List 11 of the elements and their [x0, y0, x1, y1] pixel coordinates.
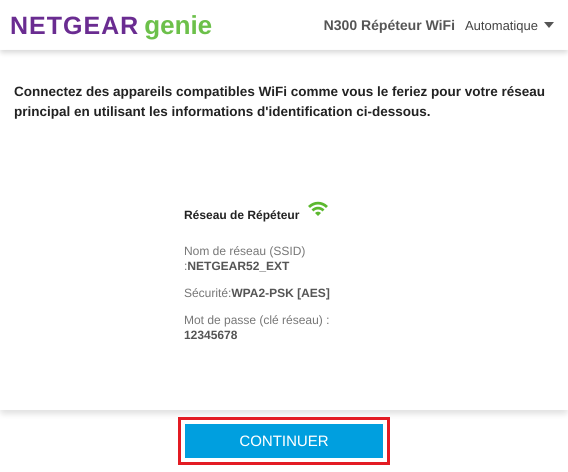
network-field: Sécurité:WPA2-PSK [AES] — [184, 286, 349, 301]
intro-text: Connectez des appareils compatibles WiFi comme vous le feriez pour votre réseau principal en utilisant les informations d'identification ci-dessous. — [14, 83, 546, 121]
network-field: Nom de réseau (SSID) :NETGEAR52_EXT — [184, 244, 349, 274]
network-title: Réseau de Répéteur — [184, 208, 300, 222]
product-name: N300 Répéteur WiFi — [324, 17, 455, 33]
wifi-icon — [307, 200, 330, 216]
network-field: Mot de passe (clé réseau) : 12345678 — [184, 313, 349, 343]
brand-logo: NETGEAR — [10, 12, 140, 40]
language-dropdown[interactable]: Automatique — [465, 18, 554, 32]
product-logo: genie — [144, 10, 212, 40]
caret-icon — [544, 22, 554, 28]
